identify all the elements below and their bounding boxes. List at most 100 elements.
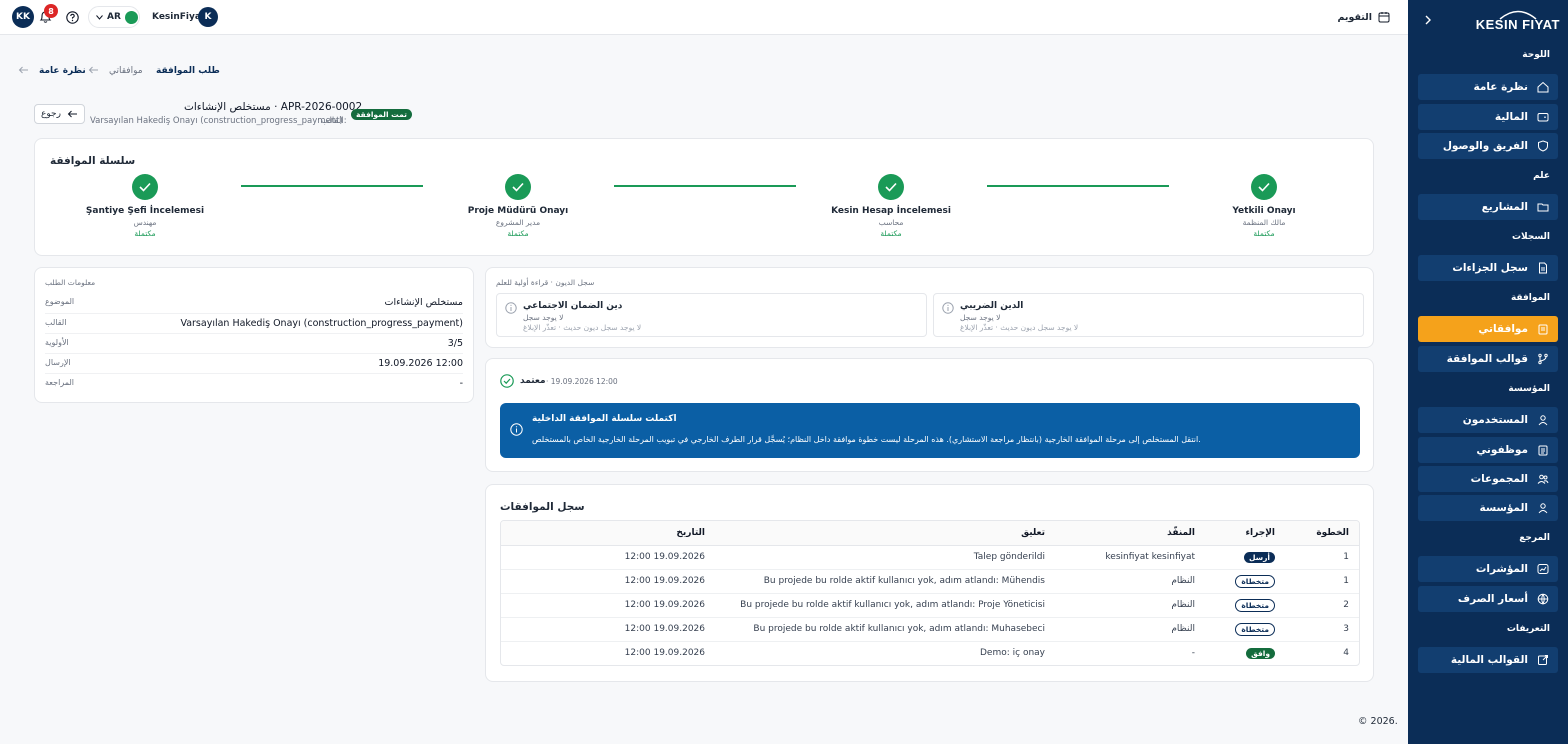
nav-employees[interactable]: موظفوني: [1418, 437, 1558, 463]
nav-financial-templates[interactable]: القوالب المالية: [1418, 647, 1558, 673]
approval-log-title: سجل الموافقات: [500, 501, 585, 513]
cell-comment: Bu projede bu rolde aktif kullanıcı yok,…: [715, 569, 1055, 594]
nav-users-label: المستخدمون: [1462, 414, 1528, 426]
help-icon[interactable]: [65, 10, 79, 24]
breadcrumb-overview[interactable]: نظرة عامة: [39, 66, 86, 76]
tax-debt-sub: لا يوجد سجل: [960, 313, 1001, 322]
step-status: مكتملة: [880, 229, 902, 238]
clipboard-icon: [1536, 322, 1550, 336]
cell-date: 19.09.2026 12:00: [624, 648, 705, 659]
clipboard-list-icon: [1536, 443, 1550, 457]
step-role: مهندس: [133, 218, 157, 227]
sgk-debt-note: لا يوجد سجل ديون حديث · تعذّر الإبلاغ: [523, 323, 642, 332]
table-row: 4 وافق - Demo: iç onay 19.09.2026 12:00: [501, 641, 1359, 665]
step-role: مدير المشروع: [495, 218, 541, 227]
arrow-left-icon: [88, 66, 99, 74]
cell-actor: -: [1191, 648, 1195, 659]
kesin-fiyat-logo: KESIN FIYAT: [1450, 8, 1560, 36]
info-icon: [510, 423, 523, 436]
cell-date: 19.09.2026 12:00: [501, 593, 715, 618]
sgk-debt-sub: لا يوجد سجل: [523, 313, 564, 322]
cell-actor: النظام: [1055, 593, 1205, 618]
nav-exchange[interactable]: أسعار الصرف: [1418, 586, 1558, 612]
nav-finance[interactable]: المالية: [1418, 104, 1558, 130]
col-date: التاريخ: [501, 521, 715, 546]
nav-users[interactable]: المستخدمون: [1418, 407, 1558, 433]
nav-indicators[interactable]: المؤشرات: [1418, 556, 1558, 582]
language-selector[interactable]: AR: [88, 6, 140, 28]
tax-debt-box: الدين الضريبي لا يوجد سجل لا يوجد سجل دي…: [933, 293, 1364, 337]
template-label: القالب:: [321, 116, 347, 126]
nav-groups-label: المجموعات: [1470, 473, 1528, 485]
action-badge: وافق: [1246, 647, 1275, 659]
info-label: الإرسال: [45, 358, 71, 367]
shield-icon: [1536, 139, 1550, 153]
step-name: Şantiye Şefi İncelemesi: [85, 206, 205, 216]
approval-step: Kesin Hesap İncelemesi محاسب مكتملة: [801, 206, 981, 238]
step-connector: [987, 185, 1169, 187]
info-label: المراجعة: [45, 378, 75, 387]
breadcrumb-current: طلب الموافقة: [156, 66, 220, 76]
cell-step: 1: [1285, 545, 1359, 570]
footer-copyright: © 2026.: [1358, 716, 1398, 727]
calendar-icon: [1378, 11, 1390, 23]
user-avatar[interactable]: KK: [12, 6, 34, 28]
globe-icon: [1536, 592, 1550, 606]
tax-debt-note: لا يوجد سجل ديون حديث · تعذّر الإبلاغ: [960, 323, 1079, 332]
step-status: مكتملة: [1253, 229, 1275, 238]
nav-team-label: الفريق والوصول: [1442, 140, 1528, 152]
cell-step: 3: [1285, 617, 1359, 642]
cell-date: 19.09.2026 12:00: [501, 569, 715, 594]
step-complete-icon: [1251, 174, 1277, 200]
wallet-icon: [1536, 110, 1550, 124]
nav-organization[interactable]: المؤسسة: [1418, 495, 1558, 521]
step-role: مالك المنظمة: [1242, 218, 1286, 227]
cell-date: 19.09.2026 12:00: [501, 545, 715, 570]
template-value: Varsayılan Hakediş Onayı (construction_p…: [90, 116, 343, 126]
step-connector: [614, 185, 796, 187]
chevron-right-icon[interactable]: [1420, 12, 1436, 28]
decision-card: معتمد · 19.09.2026 12:00 اكتملت سلسلة ال…: [485, 358, 1374, 472]
nav-finance-label: المالية: [1494, 111, 1528, 123]
nav-penalties[interactable]: سجل الجزاءات: [1418, 255, 1558, 281]
nav-approval-templates[interactable]: قوالب الموافقة: [1418, 346, 1558, 372]
approval-log-card: سجل الموافقات الخطوة الإجراء المنفّذ تعل…: [485, 484, 1374, 682]
top-bar: KK 8 AR KesinFiyat K التقويم: [0, 0, 1408, 35]
approval-step: Proje Müdürü Onayı مدير المشروع مكتملة: [428, 206, 608, 238]
info-value: 19.09.2026 12:00: [378, 358, 463, 369]
saudi-flag-icon: [124, 10, 138, 24]
action-badge: أرسل: [1244, 551, 1275, 563]
approval-step: Yetkili Onayı مالك المنظمة مكتملة: [1174, 206, 1354, 238]
sgk-debt-box: دين الضمان الاجتماعي لا يوجد سجل لا يوجد…: [496, 293, 927, 337]
table-row: 1 أرسل kesinfiyat kesinfiyat Talep gönde…: [501, 545, 1359, 570]
arrow-left-icon: [67, 110, 78, 118]
nav-team[interactable]: الفريق والوصول: [1418, 133, 1558, 159]
nav-my-approvals[interactable]: موافقاتي: [1418, 316, 1558, 342]
section-records: السجلات: [1512, 232, 1550, 242]
branch-icon: [1536, 352, 1550, 366]
approval-chain-title: سلسلة الموافقة: [50, 155, 136, 167]
folder-icon: [1536, 200, 1550, 214]
decision-status: معتمد: [520, 376, 546, 386]
page-title: مستخلص الإنشاءات · APR-2026-0002: [184, 101, 363, 113]
back-button[interactable]: رجوع: [34, 104, 85, 124]
nav-groups[interactable]: المجموعات: [1418, 466, 1558, 492]
user-circle-icon: [1536, 501, 1550, 515]
nav-indicators-label: المؤشرات: [1475, 563, 1528, 575]
nav-overview[interactable]: نظرة عامة: [1418, 74, 1558, 100]
request-info-title: معلومات الطلب: [45, 278, 96, 287]
info-icon: [942, 302, 954, 314]
info-label: الأولوية: [45, 338, 69, 347]
cell-comment: Bu projede bu rolde aktif kullanıcı yok,…: [715, 617, 1055, 642]
step-name: Proje Müdürü Onayı: [467, 206, 569, 216]
chevron-down-icon: [96, 14, 103, 20]
nav-my-approvals-label: موافقاتي: [1478, 323, 1528, 335]
nav-projects[interactable]: المشاريع: [1418, 194, 1558, 220]
organization-avatar[interactable]: K: [198, 7, 218, 27]
info-value: 3/5: [447, 338, 463, 349]
arrow-left-icon: [18, 66, 29, 74]
calendar-button[interactable]: التقويم: [1337, 7, 1390, 27]
alert-title: اكتملت سلسلة الموافقة الداخلية: [532, 414, 677, 424]
breadcrumb-my-approvals[interactable]: موافقاتي: [109, 66, 143, 76]
debt-record-title: سجل الديون · قراءة أولية للعلم: [496, 278, 595, 287]
